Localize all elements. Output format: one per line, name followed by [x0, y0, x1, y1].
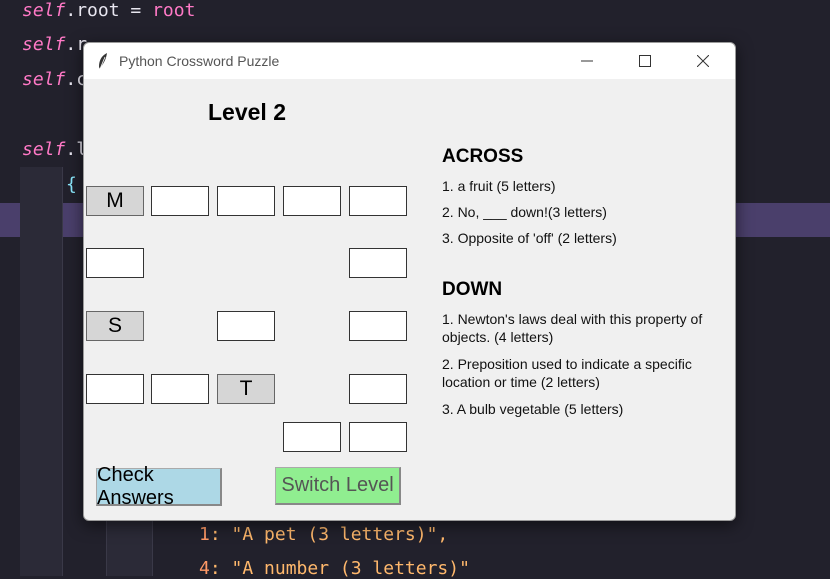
crossword-entry[interactable] — [86, 374, 144, 404]
maximize-button[interactable] — [616, 43, 674, 79]
fixed-letter-cell: T — [217, 374, 275, 404]
crossword-entry[interactable] — [151, 186, 209, 216]
across-clue: 1. a fruit (5 letters) — [442, 178, 556, 194]
feather-icon — [99, 53, 107, 70]
across-clue: 2. No, ___ down!(3 letters) — [442, 204, 607, 220]
crossword-entry[interactable] — [349, 311, 407, 341]
across-clue: 3. Opposite of 'off' (2 letters) — [442, 230, 617, 246]
code-line: self.c — [22, 69, 88, 90]
crossword-entry[interactable] — [86, 248, 144, 278]
down-clue: 2. Preposition used to indicate a specif… — [442, 356, 692, 390]
crossword-entry[interactable] — [349, 374, 407, 404]
down-clue: 3. A bulb vegetable (5 letters) — [442, 401, 624, 417]
check-answers-button[interactable]: Check Answers — [96, 464, 222, 509]
window-title: Python Crossword Puzzle — [119, 53, 280, 69]
across-heading: ACROSS — [442, 146, 524, 167]
code-line: self.root = root — [22, 0, 196, 21]
close-icon — [697, 55, 709, 67]
crossword-entry[interactable] — [283, 186, 341, 216]
title-bar[interactable]: Python Crossword Puzzle — [84, 43, 735, 79]
switch-level-button[interactable]: Switch Level — [275, 467, 401, 505]
code-line: 1: "A pet (3 letters)", — [199, 524, 449, 545]
minimize-icon — [581, 60, 593, 62]
fixed-letter-cell: M — [86, 186, 144, 216]
crossword-window: Python Crossword Puzzle Level 2 M S T Ch… — [83, 42, 736, 521]
level-label: Level 2 — [208, 99, 286, 125]
fixed-letter-cell: S — [86, 311, 144, 341]
minimize-button[interactable] — [558, 43, 616, 79]
down-clue: 1. Newton's laws deal with this property… — [442, 311, 703, 345]
crossword-entry[interactable] — [151, 374, 209, 404]
crossword-entry[interactable] — [217, 186, 275, 216]
crossword-entry[interactable] — [349, 422, 407, 452]
code-line: self.l — [22, 139, 88, 160]
crossword-entry[interactable] — [283, 422, 341, 452]
crossword-entry[interactable] — [349, 248, 407, 278]
crossword-entry[interactable] — [217, 311, 275, 341]
code-line: self.r — [22, 34, 88, 55]
close-button[interactable] — [674, 43, 732, 79]
indent-column — [20, 167, 62, 576]
code-brace: { — [66, 174, 77, 195]
crossword-entry[interactable] — [349, 186, 407, 216]
maximize-icon — [639, 55, 651, 67]
down-heading: DOWN — [442, 279, 503, 300]
indent-guide — [62, 167, 63, 576]
